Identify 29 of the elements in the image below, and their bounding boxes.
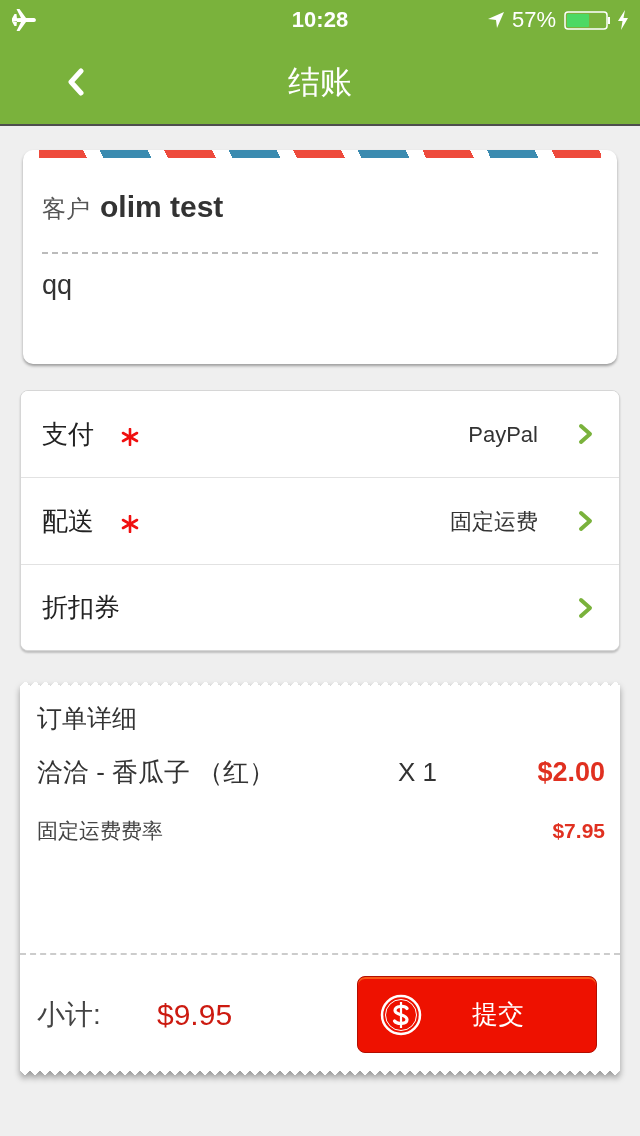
fee-amount: $7.95	[552, 818, 605, 844]
option-value: 固定运费	[450, 507, 538, 536]
option-label: 支付	[42, 417, 94, 451]
fee-label: 固定运费费率	[37, 818, 163, 844]
chevron-right-icon	[578, 510, 593, 532]
chevron-right-icon	[578, 596, 593, 619]
item-price: $2.00	[537, 756, 605, 789]
option-value: PayPal	[468, 420, 538, 449]
item-quantity: X 1	[398, 756, 439, 789]
option-row[interactable]: 配送 固定运费	[21, 478, 619, 565]
option-row[interactable]: 支付 PayPal	[21, 391, 619, 478]
customer-name: olim test	[100, 190, 224, 224]
battery-percent: 57%	[511, 9, 556, 31]
chevron-right-icon	[578, 423, 593, 445]
subtotal-label: 小计:	[37, 997, 102, 1032]
dollar-coin-icon	[380, 993, 422, 1036]
customer-label: 客户	[42, 194, 90, 224]
option-label: 折扣券	[42, 591, 120, 624]
chevron-left-icon	[66, 68, 86, 96]
status-time: 10:28	[291, 9, 349, 31]
battery-icon	[564, 10, 610, 30]
page-title: 结账	[288, 62, 352, 102]
item-name: 洽洽 - 香瓜子 （红）	[37, 756, 277, 789]
subtotal-amount: $9.95	[157, 997, 233, 1033]
option-label: 配送	[42, 504, 94, 538]
option-row[interactable]: 折扣券	[21, 565, 619, 650]
submit-button[interactable]: 提交	[357, 976, 597, 1053]
order-title: 订单详细	[37, 703, 138, 733]
customer-note: qq	[42, 270, 74, 300]
